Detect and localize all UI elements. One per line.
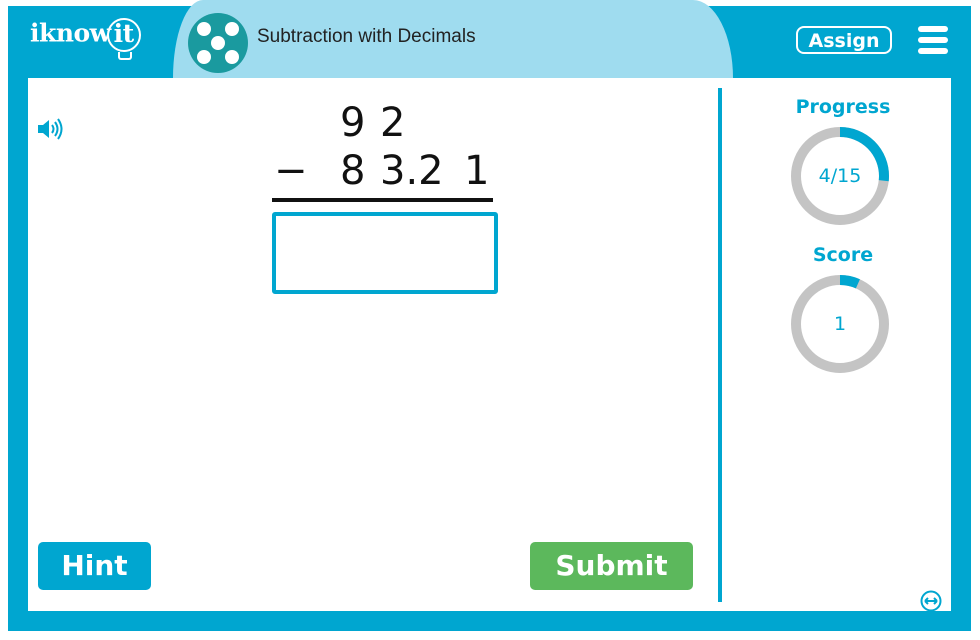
app-frame: iknow it Subtraction with Decimals Assign… bbox=[8, 0, 971, 631]
digit: 9 bbox=[340, 100, 366, 146]
progress-value: 4/15 bbox=[818, 165, 862, 187]
top-operand: 9 2 bbox=[272, 100, 502, 148]
progress-label: Progress bbox=[795, 96, 891, 118]
score-value: 1 bbox=[833, 313, 847, 335]
digit: 2 bbox=[380, 100, 406, 146]
bottom-operand: − 8 3.2 1 bbox=[272, 148, 502, 196]
speaker-icon[interactable] bbox=[37, 118, 65, 140]
top-bar: iknow it Subtraction with Decimals Assign bbox=[8, 0, 971, 78]
panel-divider bbox=[718, 88, 722, 602]
dice-five-icon bbox=[188, 13, 248, 73]
score-label: Score bbox=[812, 244, 874, 266]
score-ring: 1 bbox=[790, 274, 890, 374]
lightbulb-icon: it bbox=[106, 18, 141, 60]
digit: 8 bbox=[340, 148, 366, 194]
lesson-title: Subtraction with Decimals bbox=[257, 26, 476, 47]
minus-sign: − bbox=[274, 148, 308, 194]
digit: 1 bbox=[464, 148, 490, 194]
progress-ring: 4/15 bbox=[790, 126, 890, 226]
iknowit-logo[interactable]: iknow it bbox=[30, 18, 141, 60]
answer-input[interactable] bbox=[272, 212, 498, 294]
submit-button[interactable]: Submit bbox=[530, 542, 693, 590]
expand-horizontal-icon[interactable] bbox=[920, 590, 942, 612]
digit: 3.2 bbox=[380, 148, 444, 194]
hint-button[interactable]: Hint bbox=[38, 542, 151, 590]
sum-line bbox=[272, 198, 493, 202]
hamburger-menu-icon[interactable] bbox=[918, 26, 948, 54]
main-content: 9 2 − 8 3.2 1 Progress 4/15 Score 1 Hint… bbox=[28, 78, 951, 612]
assign-button[interactable]: Assign bbox=[796, 26, 892, 54]
subtraction-problem: 9 2 − 8 3.2 1 bbox=[272, 100, 502, 202]
